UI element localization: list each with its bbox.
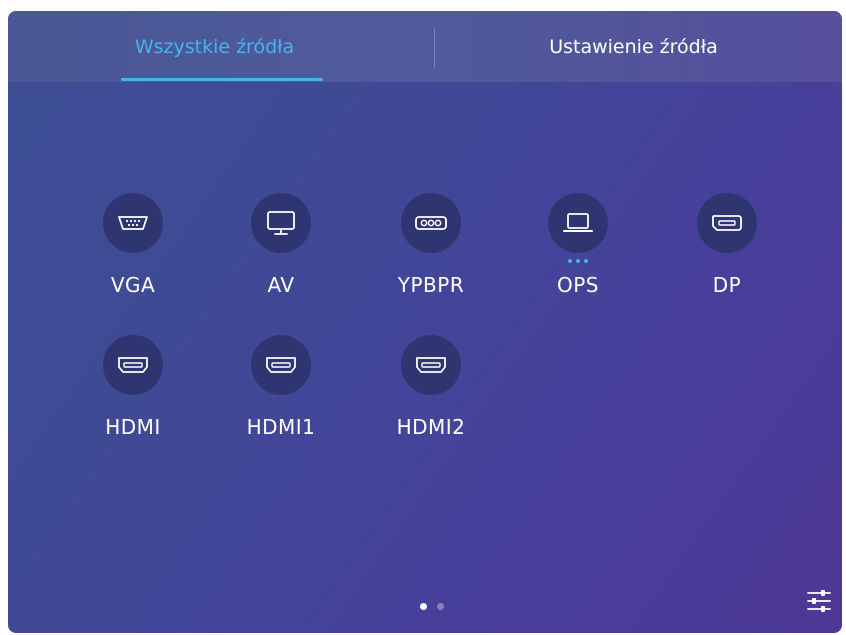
page-indicator (420, 603, 444, 610)
hdmi-port-icon (251, 335, 311, 395)
source-hdmi2[interactable]: HDMI2 (371, 335, 491, 439)
active-tab-indicator (121, 78, 323, 81)
source-ypbpr[interactable]: YPBPR (371, 193, 491, 297)
vga-port-icon (103, 193, 163, 253)
tab-bar: Wszystkie źródła Ustawienie źródła (8, 11, 842, 82)
displayport-icon (697, 193, 757, 253)
source-label: YPBPR (397, 273, 465, 297)
source-label: VGA (110, 273, 156, 297)
hdmi-port-icon (401, 335, 461, 395)
laptop-icon (548, 193, 608, 253)
component-port-icon (401, 193, 461, 253)
source-label: HDMI (105, 415, 161, 439)
tab-all-sources[interactable]: Wszystkie źródła (8, 11, 423, 82)
active-source-indicator (568, 259, 588, 263)
input-source-panel: Wszystkie źródła Ustawienie źródła VGA A… (8, 11, 842, 633)
source-hdmi[interactable]: HDMI (73, 335, 193, 439)
source-label: HDMI2 (396, 415, 466, 439)
source-av[interactable]: AV (221, 193, 341, 297)
tab-source-settings[interactable]: Ustawienie źródła (425, 11, 842, 82)
page-dot-active[interactable] (420, 603, 427, 610)
source-label: HDMI1 (246, 415, 316, 439)
monitor-icon (251, 193, 311, 253)
source-ops[interactable]: OPS (518, 193, 638, 297)
hdmi-port-icon (103, 335, 163, 395)
source-hdmi1[interactable]: HDMI1 (221, 335, 341, 439)
page-dot-inactive[interactable] (437, 603, 444, 610)
source-dp[interactable]: DP (667, 193, 787, 297)
source-label: OPS (557, 273, 599, 297)
source-label: DP (712, 273, 742, 297)
source-vga[interactable]: VGA (73, 193, 193, 297)
sliders-icon[interactable] (806, 587, 832, 615)
source-label: AV (267, 273, 295, 297)
